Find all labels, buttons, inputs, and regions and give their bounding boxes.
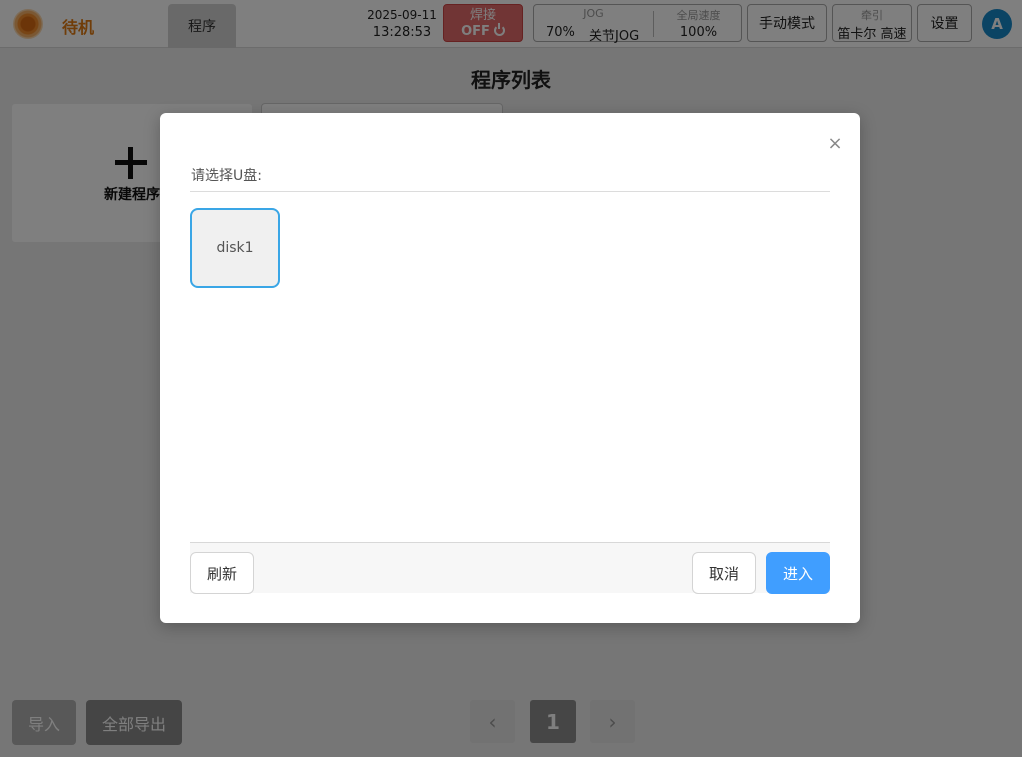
usb-select-dialog: × 请选择U盘: disk1 刷新 取消 进入	[160, 113, 860, 623]
close-icon[interactable]: ×	[826, 135, 844, 153]
dialog-label: 请选择U盘:	[191, 168, 262, 184]
refresh-button[interactable]: 刷新	[190, 552, 254, 594]
disk-item[interactable]: disk1	[190, 208, 280, 288]
enter-button[interactable]: 进入	[766, 552, 830, 594]
divider	[190, 191, 830, 192]
dialog-footer: 刷新 取消 进入	[190, 542, 830, 594]
cancel-button[interactable]: 取消	[692, 552, 756, 594]
